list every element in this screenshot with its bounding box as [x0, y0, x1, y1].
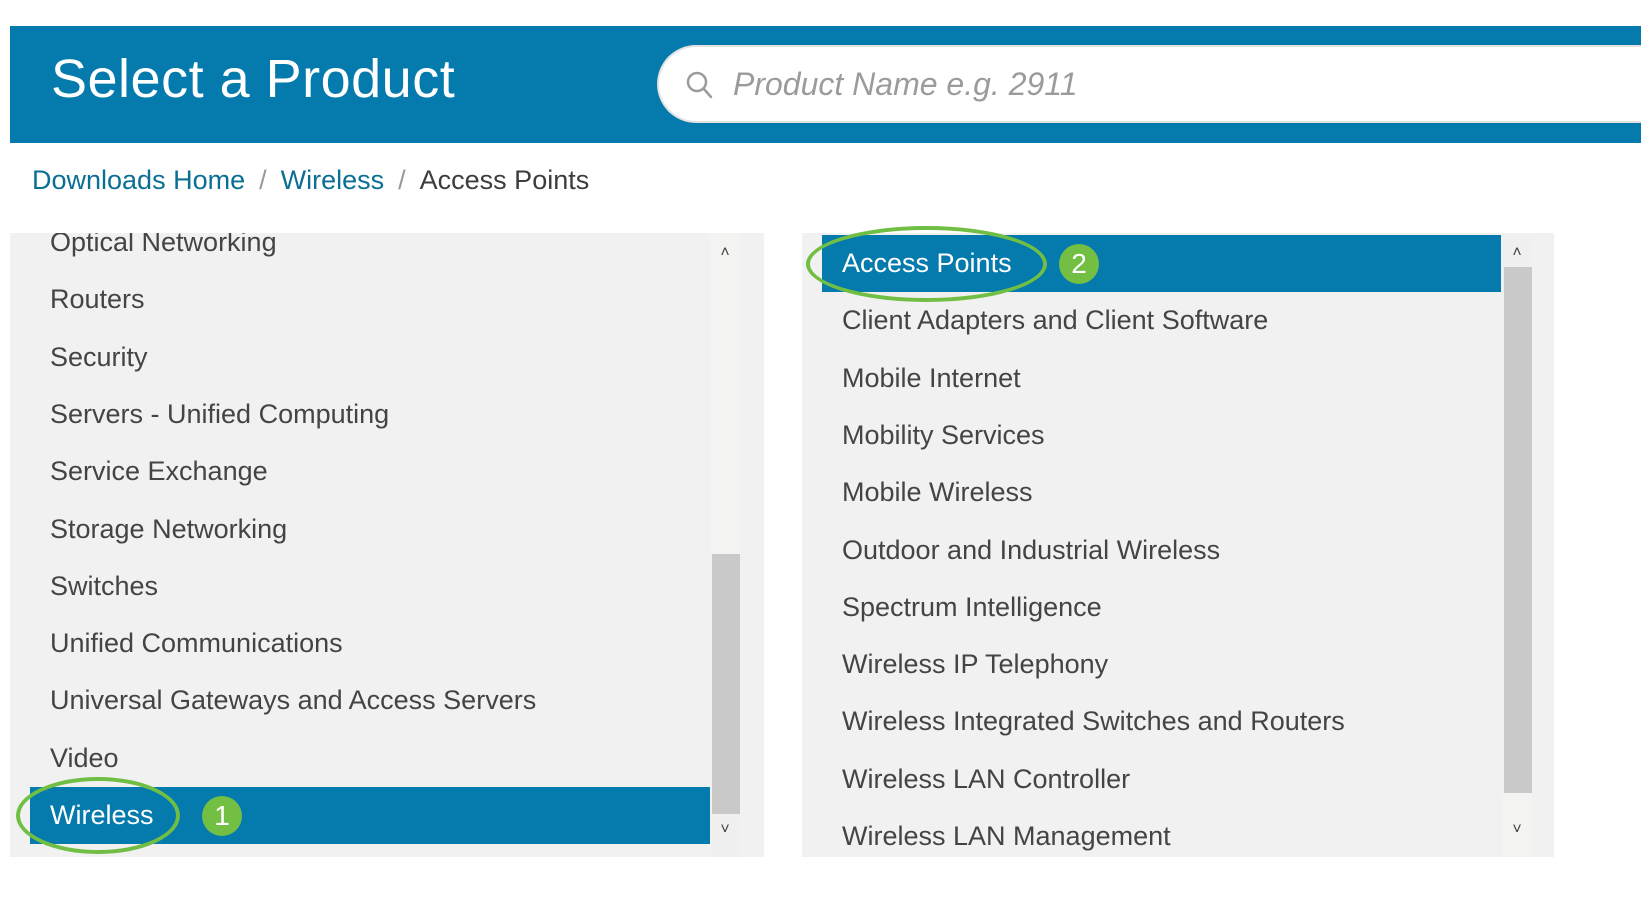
product-search-box[interactable]	[657, 45, 1641, 123]
list-item[interactable]: Service Exchange	[30, 443, 710, 500]
scroll-down-arrow-icon[interactable]: ˅	[710, 815, 740, 845]
search-icon	[686, 71, 713, 99]
breadcrumb-separator: /	[398, 165, 406, 195]
list-item[interactable]: Mobile Internet	[822, 350, 1501, 407]
subcategory-list-panel: Access Points Client Adapters and Client …	[802, 233, 1554, 857]
page-title: Select a Product	[51, 49, 456, 109]
list-item[interactable]: Access Points	[822, 235, 1501, 292]
product-search-input[interactable]	[733, 59, 1613, 109]
scrollbar-thumb[interactable]	[1504, 267, 1532, 793]
list-item[interactable]: Routers	[30, 271, 710, 328]
list-item[interactable]: Unified Communications	[30, 615, 710, 672]
breadcrumb-separator: /	[259, 165, 267, 195]
scrollbar-thumb[interactable]	[712, 554, 740, 814]
subcategory-list-scrollbar[interactable]: ˄ ˅	[1502, 233, 1532, 857]
category-list-panel: Optical Networking Routers Security Servers…	[10, 233, 764, 857]
list-item[interactable]: Optical Networking	[30, 233, 710, 271]
category-list-scrollbar[interactable]: ˄ ˅	[710, 233, 740, 857]
annotation-step-badge: 2	[1059, 244, 1099, 284]
breadcrumb: Downloads Home / Wireless / Access Point…	[32, 165, 589, 196]
list-item[interactable]: Wireless LAN Controller	[822, 751, 1501, 808]
list-item[interactable]: Client Adapters and Client Software	[822, 292, 1501, 349]
list-item[interactable]: Storage Networking	[30, 501, 710, 558]
list-item[interactable]: Servers - Unified Computing	[30, 386, 710, 443]
list-item[interactable]: Mobile Wireless	[822, 464, 1501, 521]
scroll-down-arrow-icon[interactable]: ˅	[1502, 815, 1532, 845]
page-header: Select a Product	[10, 26, 1641, 143]
list-item[interactable]: Wireless Integrated Switches and Routers	[822, 693, 1501, 750]
list-item[interactable]: Mobility Services	[822, 407, 1501, 464]
list-item[interactable]: Wireless IP Telephony	[822, 636, 1501, 693]
scrollbar-track[interactable]	[710, 233, 740, 554]
list-item[interactable]: Security	[30, 329, 710, 386]
list-item[interactable]: Wireless	[30, 787, 710, 844]
annotation-step-badge: 1	[202, 796, 242, 836]
list-item[interactable]: Wireless LAN Management	[822, 808, 1501, 857]
breadcrumb-wireless[interactable]: Wireless	[281, 165, 385, 196]
list-item[interactable]: Video	[30, 730, 710, 787]
scroll-up-arrow-icon[interactable]: ˄	[1502, 238, 1532, 268]
list-item[interactable]: Outdoor and Industrial Wireless	[822, 522, 1501, 579]
list-item[interactable]: Spectrum Intelligence	[822, 579, 1501, 636]
list-item[interactable]: Switches	[30, 558, 710, 615]
scroll-up-arrow-icon[interactable]: ˄	[710, 238, 740, 268]
list-item[interactable]: Universal Gateways and Access Servers	[30, 672, 710, 729]
breadcrumb-current: Access Points	[419, 165, 590, 195]
breadcrumb-downloads-home[interactable]: Downloads Home	[32, 165, 245, 196]
